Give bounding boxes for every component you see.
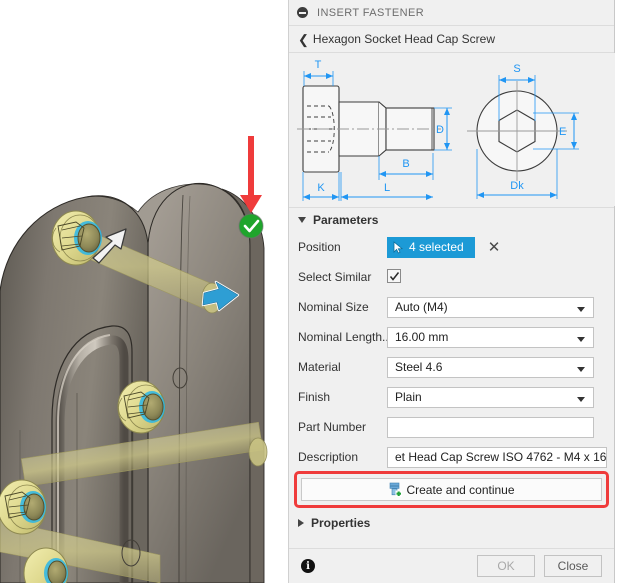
row-description: Description et Head Cap Screw ISO 4762 -… [289,442,614,472]
dim-label-K: K [317,182,325,194]
breadcrumb[interactable]: ❮ Hexagon Socket Head Cap Screw [289,26,614,53]
row-select-similar: Select Similar [289,262,614,292]
parameters-section-label: Parameters [313,213,379,227]
chevron-left-icon[interactable]: ❮ [298,33,309,46]
breadcrumb-label: Hexagon Socket Head Cap Screw [312,32,496,46]
fastener-instance-3[interactable] [0,479,47,535]
close-x-icon[interactable]: ✕ [488,239,501,255]
row-finish: Finish Plain [289,382,614,412]
row-position: Position 4 selected ✕ [289,232,614,262]
label-finish: Finish [298,390,331,404]
dim-label-Dk: Dk [510,180,524,192]
dim-label-D: D [436,124,444,136]
insert-fastener-dialog: INSERT FASTENER ❮ Hexagon Socket Head Ca… [283,0,644,583]
create-and-continue-label: Create and continue [406,482,515,497]
nominal-size-value: Auto (M4) [395,300,448,314]
nominal-length-dropdown[interactable]: 16.00 mm [387,326,594,348]
create-and-continue-wrapper: Create and continue [294,471,609,508]
parameters-section-header[interactable]: Parameters [289,208,614,232]
chevron-right-icon [298,519,304,527]
dim-label-T: T [315,59,322,71]
position-selection-label: 4 selected [409,240,464,254]
label-material: Material [298,360,341,374]
model-face-top [147,182,251,583]
add-fastener-icon [390,482,403,497]
dialog-header: INSERT FASTENER [289,0,614,26]
chevron-down-icon [577,396,585,402]
cursor-arrow-icon [393,240,404,254]
chevron-down-icon [577,366,585,372]
nominal-length-value: 16.00 mm [395,330,449,344]
material-dropdown[interactable]: Steel 4.6 [387,356,594,378]
properties-section-label: Properties [311,516,371,530]
dim-label-B: B [402,158,409,170]
3d-model-viewport[interactable] [0,0,283,583]
finish-dropdown[interactable]: Plain [387,386,594,408]
chevron-down-icon [577,336,585,342]
dialog-footer: i OK Close [289,548,614,583]
collapse-circle-icon[interactable] [297,7,308,18]
close-button[interactable]: Close [544,555,602,577]
row-nominal-size: Nominal Size Auto (M4) [289,292,614,322]
label-nominal-size: Nominal Size [298,300,369,314]
material-value: Steel 4.6 [395,360,443,374]
chevron-down-icon [298,217,306,223]
finish-value: Plain [395,390,422,404]
dim-label-S: S [513,63,520,75]
dim-label-E: E [559,126,566,138]
label-select-similar: Select Similar [298,270,372,284]
position-selection-button[interactable]: 4 selected [387,236,475,258]
row-material: Material Steel 4.6 [289,352,614,382]
select-similar-checkbox[interactable] [387,268,401,283]
ok-button[interactable]: OK [477,555,535,577]
label-nominal-length: Nominal Length... [298,330,387,344]
label-position: Position [298,240,341,254]
check-icon [389,271,400,281]
nominal-size-dropdown[interactable]: Auto (M4) [387,296,594,318]
row-nominal-length: Nominal Length... 16.00 mm [289,322,614,352]
properties-section-header[interactable]: Properties [289,511,614,535]
part-number-input[interactable] [387,416,594,438]
chevron-down-icon [577,306,585,312]
row-part-number: Part Number [289,412,614,442]
description-input[interactable]: et Head Cap Screw ISO 4762 - M4 x 16 [387,446,608,468]
page-title: INSERT FASTENER [317,6,425,19]
dim-label-L: L [384,182,390,194]
label-description: Description [298,450,359,464]
info-icon[interactable]: i [301,559,315,573]
fastener-instance-2[interactable] [117,380,166,434]
fastener-preview-drawing: T D B K L S E Dk [289,53,615,208]
label-part-number: Part Number [298,420,367,434]
create-and-continue-button[interactable]: Create and continue [301,478,602,501]
